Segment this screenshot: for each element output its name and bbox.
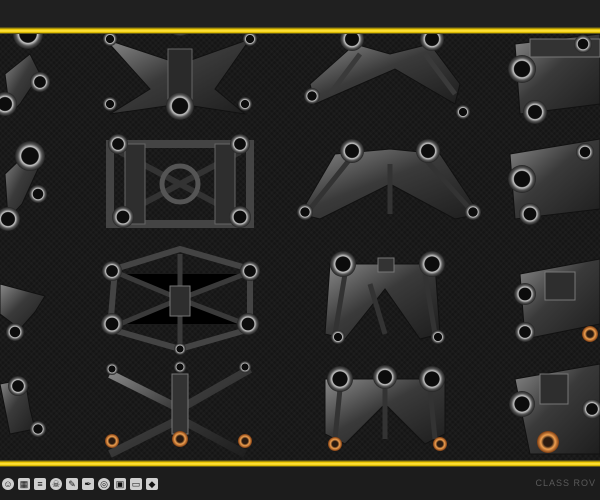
- window-icon[interactable]: ▭: [130, 478, 142, 490]
- image-icon[interactable]: ▣: [114, 478, 126, 490]
- part-col4-row2: [508, 138, 600, 225]
- watermark: CLASS ROV: [535, 478, 596, 488]
- part-col2-row1: [103, 34, 257, 120]
- header-strip: [0, 0, 600, 27]
- part-col3-row4: [324, 365, 447, 451]
- skull-icon[interactable]: ☠: [50, 478, 62, 490]
- part-col2-row4: [105, 361, 252, 458]
- part-col3-row3: [324, 251, 445, 344]
- part-col1-row2: [0, 141, 47, 231]
- viewport-frame: ☺ ▦ ≡ ☠ ✎ ✒ ◎ ▣ ▭ ◆ CLASS ROV: [0, 0, 600, 500]
- target-icon[interactable]: ◎: [98, 478, 110, 490]
- parts-render: [0, 34, 600, 458]
- part-col3-row2: [297, 139, 481, 220]
- list-icon[interactable]: ≡: [34, 478, 46, 490]
- part-col1-row1: [0, 34, 50, 116]
- bottom-yellow-border: [0, 460, 600, 467]
- part-col2-row3: [101, 245, 260, 355]
- user-icon[interactable]: ☺: [2, 478, 14, 490]
- part-col4-row1: [508, 34, 600, 124]
- grid-icon[interactable]: ▦: [18, 478, 30, 490]
- stamp-icon[interactable]: ◆: [146, 478, 158, 490]
- top-yellow-border: [0, 27, 600, 34]
- part-col3-row1: [304, 34, 470, 119]
- pen-icon[interactable]: ✒: [82, 478, 94, 490]
- part-col1-row3: [0, 283, 46, 341]
- brush-icon[interactable]: ✎: [66, 478, 78, 490]
- part-col4-row3: [514, 258, 600, 342]
- part-col1-row4: [0, 376, 46, 437]
- part-col2-row2: [106, 134, 254, 228]
- bottom-toolbar: ☺ ▦ ≡ ☠ ✎ ✒ ◎ ▣ ▭ ◆: [2, 474, 158, 494]
- part-col4-row4: [509, 363, 600, 455]
